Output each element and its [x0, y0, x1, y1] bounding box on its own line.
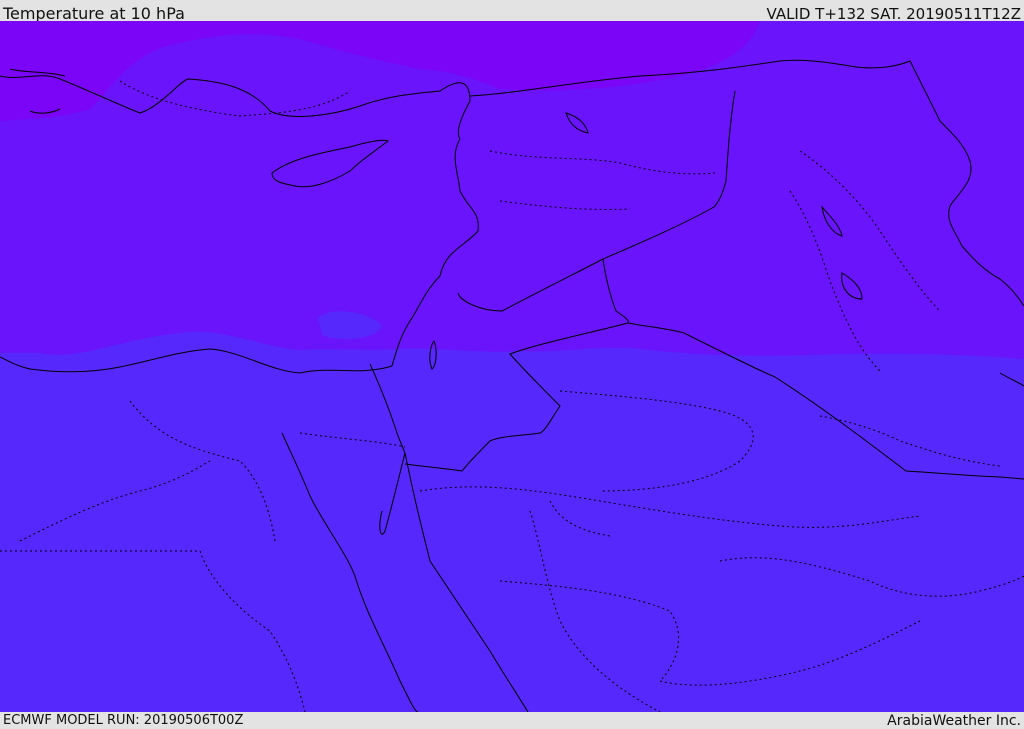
- footer-bar: ECMWF MODEL RUN: 20190506T00Z ArabiaWeat…: [0, 712, 1024, 729]
- temperature-map: [0, 21, 1024, 712]
- model-run-label: ECMWF MODEL RUN: 20190506T00Z: [3, 713, 244, 728]
- credit-label: ArabiaWeather Inc.: [887, 713, 1021, 729]
- header-bar: Temperature at 10 hPa VALID T+132 SAT. 2…: [0, 0, 1024, 23]
